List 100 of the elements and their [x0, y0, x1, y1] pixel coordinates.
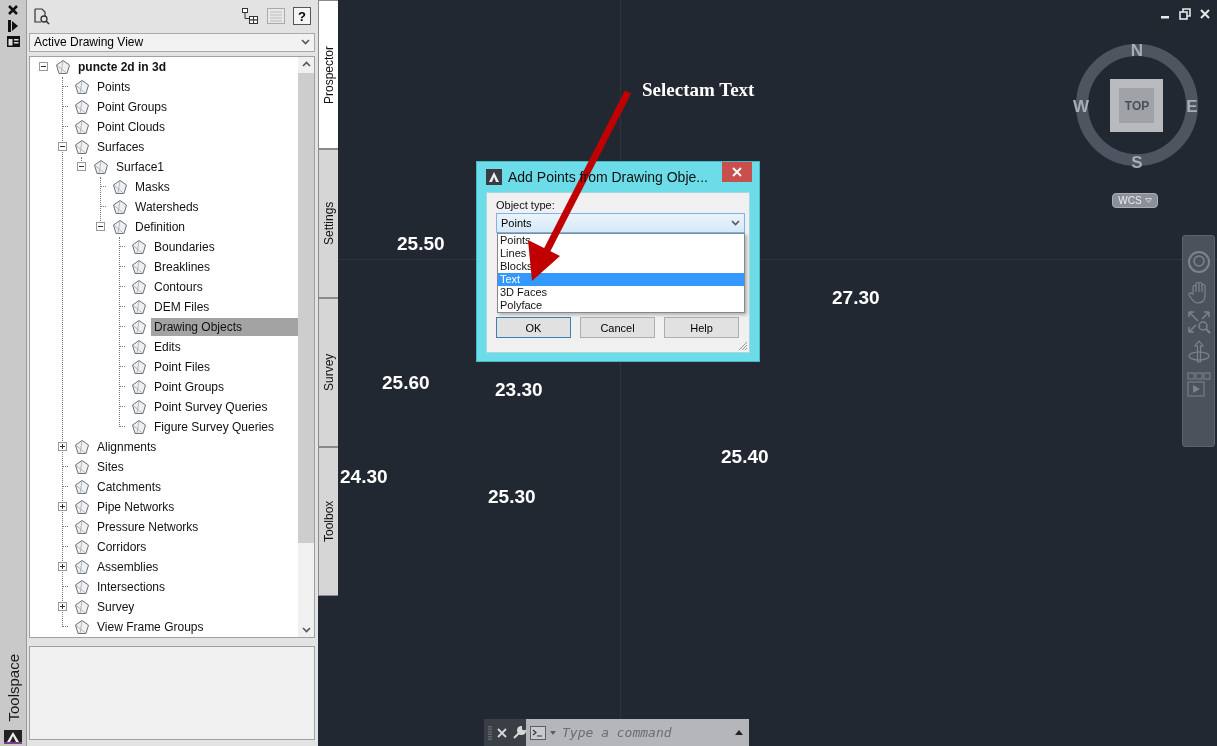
tree-item[interactable]: Survey [94, 597, 298, 616]
dropdown-option[interactable]: Blocks [498, 260, 744, 273]
close-button[interactable] [722, 162, 752, 182]
pentagon-icon [131, 318, 147, 335]
command-input[interactable]: Type a command [560, 724, 731, 741]
logo-icon[interactable] [4, 730, 22, 744]
grip-icon[interactable] [488, 724, 492, 741]
field-label: Object type: [496, 199, 556, 211]
pentagon-icon [74, 518, 90, 535]
prompt-icon[interactable] [530, 725, 546, 740]
pentagon-icon [112, 178, 128, 195]
dropdown-option[interactable]: Polyface [498, 299, 744, 312]
pentagon-icon [131, 238, 147, 255]
tree-item[interactable]: Points [94, 77, 298, 96]
tree-item[interactable]: puncte 2d in 3d [75, 57, 298, 76]
collapse-icon[interactable] [77, 162, 86, 172]
tree-view-icon[interactable] [241, 7, 259, 26]
side-tab[interactable]: Prospector [318, 0, 338, 149]
expand-icon[interactable] [58, 502, 67, 512]
face-label: TOP [1124, 99, 1150, 113]
tree-item[interactable]: Watersheds [132, 197, 298, 216]
expand-icon[interactable] [58, 602, 67, 612]
tree-item[interactable]: Point Groups [94, 97, 298, 116]
pentagon-icon [112, 218, 128, 235]
pentagon-icon [74, 498, 90, 515]
pentagon-icon [74, 558, 90, 575]
pentagon-icon [74, 98, 90, 115]
pentagon-icon [74, 458, 90, 475]
dialog-button[interactable]: Cancel [580, 317, 655, 338]
expand-icon[interactable] [58, 442, 67, 452]
dropdown-option[interactable]: Lines [498, 247, 744, 260]
scroll-down-icon[interactable] [301, 627, 311, 634]
chevron-icon[interactable] [731, 220, 740, 226]
elevation-label: 27.30 [832, 287, 880, 309]
view-dropdown[interactable]: Active Drawing View [29, 32, 315, 52]
tree-item[interactable]: Drawing Objects [151, 317, 298, 336]
tree-item[interactable]: Breaklines [151, 257, 298, 276]
pentagon-icon [93, 158, 109, 175]
scrollbar[interactable] [298, 56, 314, 638]
tree-item[interactable]: Point Groups [151, 377, 298, 396]
tree-item[interactable]: Intersections [94, 577, 298, 596]
tree-item[interactable]: Surfaces [94, 137, 298, 156]
pentagon-icon [131, 378, 147, 395]
elevation-label: 25.50 [397, 233, 445, 255]
collapse-icon[interactable] [58, 142, 67, 152]
pentagon-icon [74, 138, 90, 155]
chevron-icon[interactable] [301, 39, 310, 46]
tree-item[interactable]: Alignments [94, 437, 298, 456]
tree-item[interactable]: Sites [94, 457, 298, 476]
pentagon-icon [55, 58, 71, 75]
tree-item[interactable]: Assemblies [94, 557, 298, 576]
tree-item[interactable]: Pipe Networks [94, 497, 298, 516]
pentagon-icon [131, 298, 147, 315]
dropdown-option[interactable]: Points [498, 234, 744, 247]
tree-item[interactable]: Point Survey Queries [151, 397, 298, 416]
pentagon-icon [74, 78, 90, 95]
collapse-icon[interactable] [39, 62, 48, 72]
tree-item[interactable]: Edits [151, 337, 298, 356]
tree-item[interactable]: Catchments [94, 477, 298, 496]
elevation-label: 23.30 [495, 379, 543, 401]
resize-grip-icon[interactable] [738, 341, 748, 351]
side-tab[interactable]: Toolbox [318, 447, 338, 596]
tree-item[interactable]: Pressure Networks [94, 517, 298, 536]
search-icon[interactable] [33, 7, 51, 26]
pentagon-icon [74, 478, 90, 495]
pentagon-icon [74, 118, 90, 135]
pentagon-icon [131, 258, 147, 275]
tree-item[interactable]: Boundaries [151, 237, 298, 256]
expand-icon[interactable] [58, 562, 67, 572]
properties-icon[interactable] [6, 36, 20, 47]
dialog-button[interactable]: Help [664, 317, 739, 338]
side-tab[interactable]: Settings [318, 149, 338, 298]
tree-item[interactable]: Point Clouds [94, 117, 298, 136]
pentagon-icon [131, 338, 147, 355]
tree-item[interactable]: Definition [132, 217, 298, 236]
close-icon[interactable] [7, 4, 19, 16]
tree-item[interactable]: Corridors [94, 537, 298, 556]
wrench-icon[interactable] [512, 725, 526, 740]
tree-item[interactable]: DEM Files [151, 297, 298, 316]
restore-icon[interactable] [1179, 8, 1191, 20]
command-field[interactable]: Type a command [526, 719, 749, 746]
hide-panel-icon[interactable] [7, 20, 19, 32]
scroll-up-icon[interactable] [301, 60, 311, 67]
tree-item[interactable]: Contours [151, 277, 298, 296]
help-button[interactable]: ? [293, 7, 311, 26]
pentagon-icon [74, 438, 90, 455]
tree-item[interactable]: Figure Survey Queries [151, 417, 298, 436]
tree-item[interactable]: Masks [132, 177, 298, 196]
caret-icon[interactable] [735, 730, 743, 735]
pentagon-icon [131, 398, 147, 415]
viewcube-face[interactable] [1110, 79, 1163, 132]
dialog-button[interactable]: OK [496, 317, 571, 338]
annotation-text: Selectam Text [642, 79, 755, 101]
tree-item[interactable]: Point Files [151, 357, 298, 376]
side-tab[interactable]: Survey [318, 298, 338, 447]
tree-item[interactable]: View Frame Groups [94, 617, 298, 636]
dropdown-option[interactable]: 3D Faces [498, 286, 744, 299]
collapse-icon[interactable] [96, 222, 105, 232]
object-type-dropdown[interactable]: Points [496, 213, 745, 233]
tree-item[interactable]: Surface1 [113, 157, 298, 176]
